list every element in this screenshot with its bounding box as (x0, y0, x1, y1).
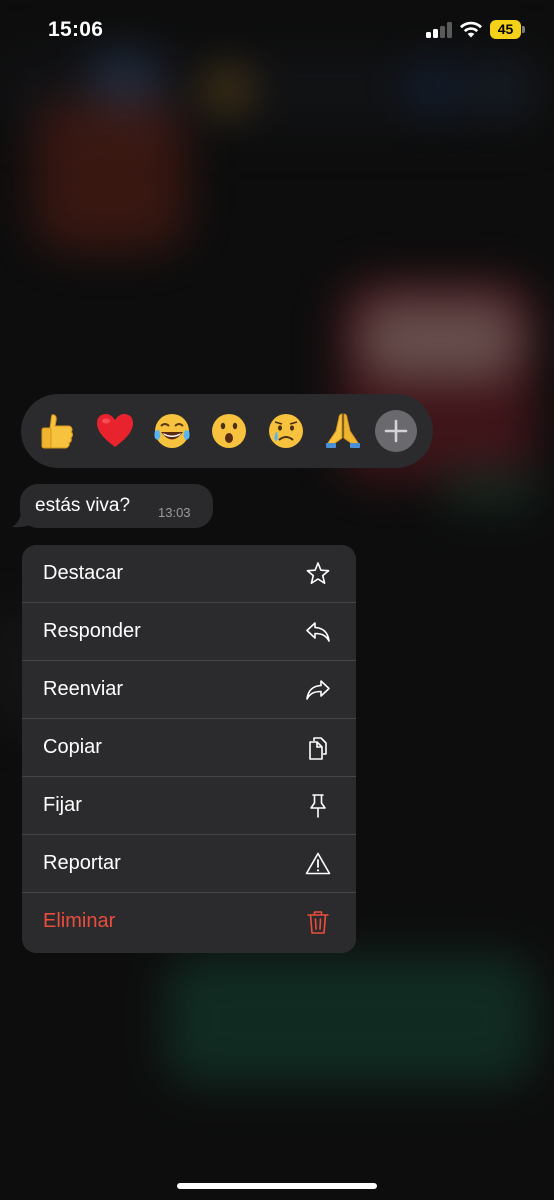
message-text: estás viva? (35, 495, 131, 516)
menu-item-eliminar[interactable]: Eliminar (22, 893, 356, 953)
reactions-bar (21, 394, 433, 468)
message-time: 13:03 (158, 505, 191, 520)
pin-icon (310, 794, 326, 818)
crying-face-emoji[interactable] (266, 411, 306, 451)
forward-icon (306, 680, 330, 700)
surprised-face-emoji[interactable] (209, 411, 249, 451)
context-menu: Destacar Responder Reenviar Copiar Fijar (22, 545, 356, 953)
battery-tip (522, 26, 525, 33)
menu-item-label: Destacar (43, 562, 124, 584)
plus-icon (384, 419, 408, 443)
cellular-signal-icon (426, 21, 452, 38)
menu-item-fijar[interactable]: Fijar (22, 777, 356, 835)
more-reactions-button[interactable] (375, 410, 417, 452)
red-heart-emoji[interactable] (95, 411, 135, 451)
menu-item-destacar[interactable]: Destacar (22, 545, 356, 603)
status-bar: 15:06 45 (0, 0, 554, 60)
menu-item-reportar[interactable]: Reportar (22, 835, 356, 893)
menu-item-label: Eliminar (43, 910, 116, 932)
message-bubble[interactable]: estás viva? 13:03 (20, 484, 213, 528)
menu-item-label: Fijar (43, 794, 82, 816)
menu-item-reenviar[interactable]: Reenviar (22, 661, 356, 719)
status-time: 15:06 (48, 18, 104, 41)
trash-icon (307, 911, 329, 934)
menu-item-label: Responder (43, 620, 141, 642)
star-icon (306, 562, 330, 584)
reply-icon (306, 622, 330, 642)
menu-item-label: Copiar (43, 736, 102, 758)
wifi-icon (460, 21, 482, 38)
menu-item-label: Reenviar (43, 678, 124, 700)
warning-icon (305, 852, 331, 875)
menu-item-responder[interactable]: Responder (22, 603, 356, 661)
home-indicator[interactable] (177, 1183, 377, 1189)
copy-icon (309, 737, 327, 760)
battery-indicator: 45 (490, 20, 521, 39)
thumbs-up-emoji[interactable] (38, 411, 78, 451)
folded-hands-emoji[interactable] (323, 411, 363, 451)
menu-item-copiar[interactable]: Copiar (22, 719, 356, 777)
menu-item-label: Reportar (43, 852, 121, 874)
tears-of-joy-emoji[interactable] (152, 411, 192, 451)
